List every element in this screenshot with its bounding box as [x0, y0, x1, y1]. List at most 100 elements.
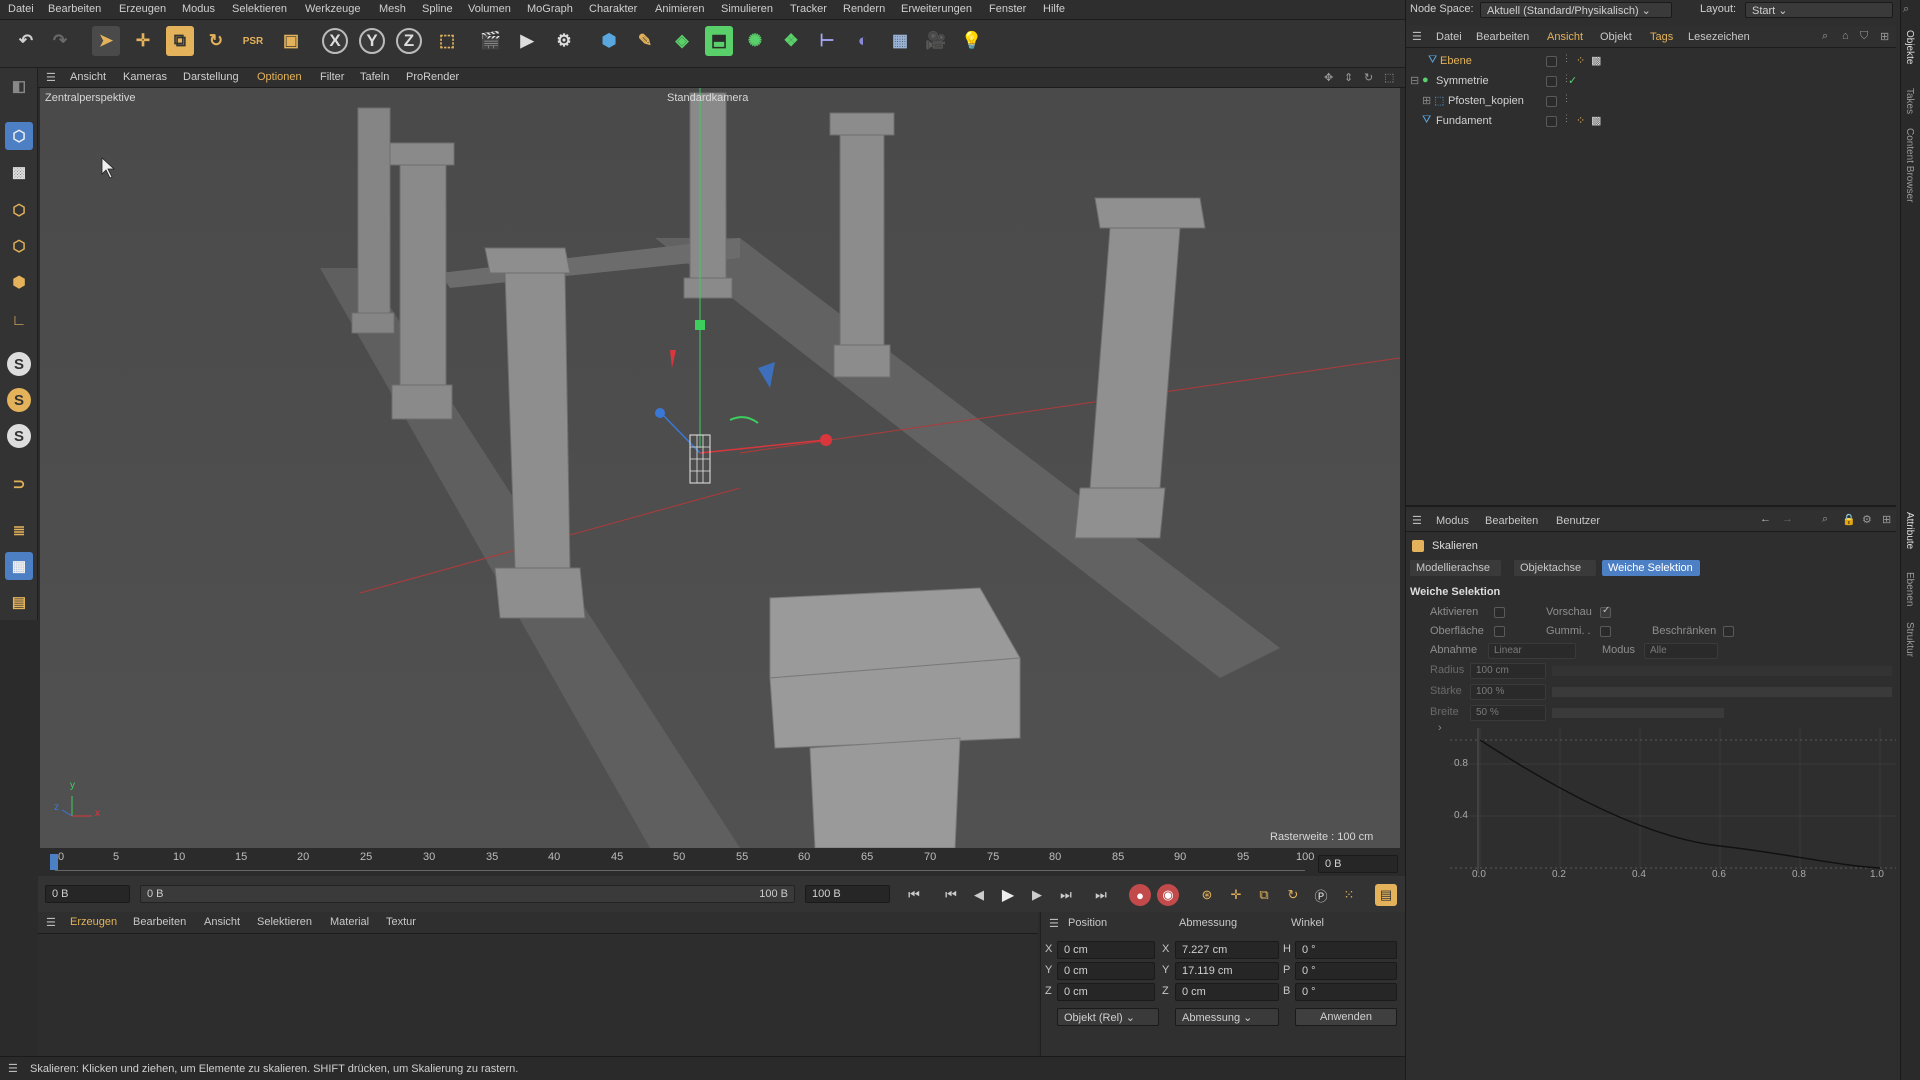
menu-fenster[interactable]: Fenster	[989, 3, 1026, 15]
move-icon[interactable]: ✛	[129, 26, 157, 56]
tab-weiche-selektion[interactable]: Weiche Selektion	[1602, 560, 1700, 576]
menu-datei[interactable]: Datei	[8, 3, 34, 15]
visibility-toggle[interactable]	[1546, 76, 1557, 87]
om-search-icon[interactable]: ⌕	[1822, 30, 1828, 43]
tag-icon[interactable]: ⁘	[1576, 54, 1585, 67]
array-icon[interactable]: ✺	[741, 26, 769, 56]
menu-modus[interactable]: Modus	[182, 3, 215, 15]
key-param-icon[interactable]: Ⓟ	[1310, 884, 1332, 906]
oberflaeche-checkbox[interactable]	[1494, 626, 1505, 637]
side-tab-attribute[interactable]: Attribute	[1904, 512, 1915, 549]
extrude-icon[interactable]: ⬒	[705, 26, 733, 56]
autokey-icon[interactable]: ◉	[1157, 884, 1179, 906]
pen-icon[interactable]: ✎	[631, 26, 659, 56]
enabled-check-icon[interactable]: ✓	[1568, 74, 1577, 87]
select-icon[interactable]: ➤	[92, 26, 120, 56]
position-x-field[interactable]: 0 cm	[1057, 941, 1155, 959]
render-settings-icon[interactable]: ⚙	[550, 26, 578, 56]
menu-erweiterungen[interactable]: Erweiterungen	[901, 3, 972, 15]
am-lock-icon[interactable]: 🔒	[1842, 513, 1856, 526]
forward-arrow-icon[interactable]: →	[1782, 513, 1793, 525]
menu-hilfe[interactable]: Hilfe	[1043, 3, 1065, 15]
am-menu-benutzer[interactable]: Benutzer	[1556, 515, 1600, 527]
gizmo-y-handle[interactable]	[695, 320, 705, 330]
side-tab-takes[interactable]: Takes	[1904, 88, 1915, 114]
render-region-icon[interactable]: 🎬	[477, 26, 505, 56]
keyframe-selection-icon[interactable]: ⊛	[1196, 884, 1218, 906]
menu-charakter[interactable]: Charakter	[589, 3, 637, 15]
coordsys-icon[interactable]: ▣	[277, 26, 305, 56]
workplane-snap-icon[interactable]: S	[7, 424, 31, 448]
redo-icon[interactable]: ↷	[46, 26, 74, 56]
undo-icon[interactable]: ↶	[12, 26, 40, 56]
deformer-icon[interactable]: ⊢	[813, 26, 841, 56]
am-expand-icon[interactable]: ⊞	[1882, 513, 1891, 526]
curve-expand-icon[interactable]: ›	[1438, 722, 1442, 734]
panel-divider[interactable]	[1406, 505, 1896, 507]
om-menu-ansicht[interactable]: Ansicht	[1547, 31, 1583, 43]
viewport-menu-icon[interactable]: ☰	[46, 71, 56, 84]
floor-icon[interactable]: ▦	[886, 26, 914, 56]
tag-icon[interactable]: ⁘	[1576, 114, 1585, 127]
viewport-pan-icon[interactable]: ✥	[1324, 71, 1333, 84]
frame-range-slider[interactable]: 0 B 100 B	[140, 885, 795, 903]
gizmo-z-handle[interactable]	[655, 408, 665, 418]
modus-dropdown[interactable]: Alle	[1644, 643, 1718, 659]
texture-tag-icon[interactable]: ▩	[1591, 54, 1601, 67]
current-frame-field[interactable]: 0 B	[1318, 855, 1398, 873]
breite-slider[interactable]	[1552, 708, 1724, 718]
object-row-ebene[interactable]: ⛛ Ebene ⋮ ⁘ ▩	[1406, 52, 1896, 72]
beschraenken-checkbox[interactable]	[1723, 626, 1734, 637]
tab-objektachse[interactable]: Objektachse	[1514, 560, 1596, 576]
radius-field[interactable]: 100 cm	[1470, 663, 1546, 679]
axis-mode-icon[interactable]: ∟	[5, 306, 33, 334]
material-menu-icon[interactable]: ☰	[46, 916, 56, 929]
menu-volumen[interactable]: Volumen	[468, 3, 511, 15]
menu-rendern[interactable]: Rendern	[843, 3, 885, 15]
vp-menu-filter[interactable]: Filter	[320, 71, 344, 83]
end-frame-field[interactable]: 100 B	[805, 885, 890, 903]
viewport-maximize-icon[interactable]: ⬚	[1384, 71, 1394, 84]
size-z-field[interactable]: 0 cm	[1175, 983, 1279, 1001]
am-settings-icon[interactable]: ⚙	[1862, 513, 1872, 526]
vp-menu-prorender[interactable]: ProRender	[406, 71, 459, 83]
material-area[interactable]	[38, 934, 1038, 1056]
goto-start-icon[interactable]: ⏮	[903, 884, 925, 906]
visibility-toggle[interactable]	[1546, 116, 1557, 127]
grid-plane-icon[interactable]: ▦	[5, 552, 33, 580]
lock-y-icon[interactable]: Y	[359, 28, 385, 54]
coord-menu-icon[interactable]: ☰	[1049, 917, 1059, 930]
global-search-icon[interactable]: ⌕	[1903, 3, 1909, 16]
mat-menu-bearbeiten[interactable]: Bearbeiten	[133, 916, 186, 928]
goto-end-icon[interactable]: ⏭	[1090, 884, 1112, 906]
om-menu-tags[interactable]: Tags	[1650, 31, 1673, 43]
side-tab-struktur[interactable]: Struktur	[1904, 622, 1915, 657]
menu-mograph[interactable]: MoGraph	[527, 3, 573, 15]
visibility-toggle[interactable]	[1546, 56, 1557, 67]
aktivieren-checkbox[interactable]	[1494, 607, 1505, 618]
am-search-icon[interactable]: ⌕	[1822, 513, 1828, 526]
timeline-window-icon[interactable]: ▤	[1375, 884, 1397, 906]
next-key-icon[interactable]: ⏭	[1055, 884, 1077, 906]
menu-spline[interactable]: Spline	[422, 3, 453, 15]
key-position-icon[interactable]: ✛	[1225, 884, 1247, 906]
side-tab-ebenen[interactable]: Ebenen	[1904, 572, 1915, 606]
texture-mode-icon[interactable]: ▩	[5, 158, 33, 186]
camera-label[interactable]: Standardkamera	[667, 92, 748, 104]
vorschau-checkbox[interactable]: ✓	[1600, 605, 1611, 618]
menu-selektieren[interactable]: Selektieren	[232, 3, 287, 15]
side-tab-objekte[interactable]: Objekte	[1904, 30, 1915, 64]
gummi-checkbox[interactable]	[1600, 626, 1611, 637]
rotation-h-field[interactable]: 0 °	[1295, 941, 1397, 959]
viewport-zoom-icon[interactable]: ⇕	[1344, 71, 1353, 84]
vp-menu-tafeln[interactable]: Tafeln	[360, 71, 389, 83]
subdivision-icon[interactable]: ◈	[668, 26, 696, 56]
expand-icon[interactable]: ⊟	[1410, 74, 1419, 87]
world-coord-icon[interactable]: ⬚	[433, 26, 461, 56]
object-row-pfosten-kopien[interactable]: ⊞ ⬚ Pfosten_kopien ⋮	[1406, 92, 1896, 112]
render-dots-icon[interactable]: ⋮	[1562, 113, 1571, 124]
object-row-symmetrie[interactable]: ⊟ ● Symmetrie ⋮ ✓	[1406, 72, 1896, 92]
scale-icon[interactable]: ⧉	[166, 26, 194, 56]
mat-menu-erzeugen[interactable]: Erzeugen	[70, 916, 117, 928]
start-frame-field[interactable]: 0 B	[45, 885, 130, 903]
